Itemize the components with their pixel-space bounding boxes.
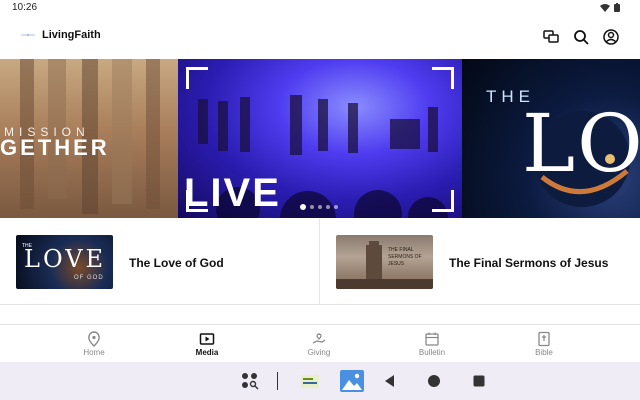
bottom-navigation: Home Media Giving Bulletin Bible	[0, 324, 640, 362]
gallery-app-icon[interactable]	[340, 370, 364, 392]
status-time: 10:26	[12, 2, 38, 13]
logo-icon	[21, 33, 35, 37]
brand[interactable]: LivingFaith	[20, 29, 101, 41]
overview-icon[interactable]	[469, 371, 489, 391]
media-title: The Final Sermons of Jesus	[449, 256, 609, 270]
carousel-slide-mission[interactable]: MISSION GETHER	[0, 59, 178, 218]
pager-dot[interactable]	[334, 205, 338, 209]
live-label: LIVE	[184, 171, 281, 215]
thumb-text-title: LOVE	[24, 245, 107, 273]
nav-label: Bulletin	[418, 348, 446, 357]
carousel-slide-love[interactable]: THE LO	[462, 59, 640, 218]
status-bar: 10:26	[0, 0, 640, 16]
slide-text-line2: GETHER	[0, 135, 110, 160]
bible-icon	[538, 331, 550, 347]
home-icon[interactable]	[424, 371, 444, 391]
frame-corner	[432, 190, 454, 212]
nav-item-giving[interactable]: Giving	[284, 331, 354, 357]
pager-dot[interactable]	[326, 205, 330, 209]
back-icon[interactable]	[380, 371, 400, 391]
slide-text-line2: LO	[522, 97, 640, 190]
play-icon	[199, 333, 215, 345]
nav-item-media[interactable]: Media	[172, 331, 242, 357]
thumb-text-title: THE FINAL SERMONS OF JESUS	[388, 247, 422, 267]
frame-corner	[186, 67, 208, 89]
carousel-slide-live[interactable]: LIVE	[178, 59, 462, 218]
account-icon[interactable]	[602, 28, 620, 46]
pager-dot[interactable]	[300, 204, 306, 210]
apps-search-icon[interactable]	[240, 371, 260, 391]
media-title: The Love of God	[129, 256, 224, 270]
media-thumbnail: THE FINAL SERMONS OF JESUS	[336, 235, 433, 289]
heart-hand-icon	[312, 333, 326, 344]
thumb-text-sub: OF GOD	[74, 275, 104, 281]
pager-dot[interactable]	[318, 205, 322, 209]
wifi-icon	[600, 3, 610, 12]
nav-item-bulletin[interactable]: Bulletin	[397, 331, 467, 357]
battery-icon	[614, 3, 620, 12]
nav-item-home[interactable]: Home	[59, 331, 129, 357]
system-navigation-bar	[0, 362, 640, 400]
location-pin-icon	[88, 331, 100, 347]
nav-label: Media	[195, 348, 219, 357]
media-card-love-of-god[interactable]: THE LOVE OF GOD The Love of God	[0, 219, 320, 305]
nav-label: Bible	[535, 348, 553, 357]
nav-label: Home	[83, 348, 105, 357]
media-thumbnail: THE LOVE OF GOD	[16, 235, 113, 289]
app-name: LivingFaith	[42, 29, 101, 41]
featured-carousel[interactable]: MISSION GETHER LIVE THE LO	[0, 59, 640, 218]
chat-icon[interactable]	[542, 28, 560, 46]
status-icons	[600, 3, 620, 12]
recent-app-icon[interactable]	[300, 371, 320, 391]
frame-corner	[432, 67, 454, 89]
media-card-final-sermons[interactable]: THE FINAL SERMONS OF JESUS The Final Ser…	[320, 219, 640, 305]
pager-dot[interactable]	[310, 205, 314, 209]
app-header: LivingFaith	[0, 16, 640, 58]
header-actions	[542, 28, 620, 46]
nav-label: Giving	[307, 348, 331, 357]
media-list: THE LOVE OF GOD The Love of God THE FINA…	[0, 219, 640, 305]
carousel-pager	[300, 204, 338, 210]
divider	[277, 372, 278, 390]
calendar-icon	[425, 332, 439, 346]
search-icon[interactable]	[572, 28, 590, 46]
nav-item-bible[interactable]: Bible	[509, 331, 579, 357]
